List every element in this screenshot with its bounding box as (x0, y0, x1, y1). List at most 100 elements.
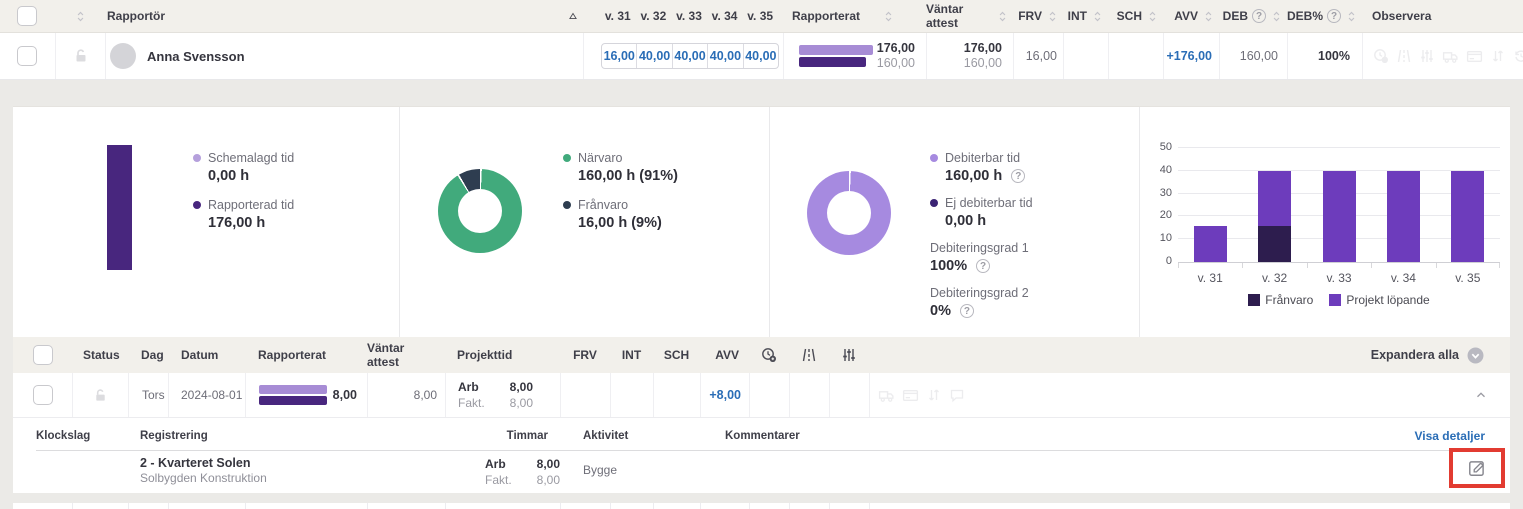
col-deb[interactable]: DEB (1223, 9, 1248, 23)
vantar-sub: 160,00 (964, 56, 1002, 71)
road-icon[interactable] (801, 347, 817, 363)
chevron-down-circle-icon[interactable] (1467, 347, 1484, 364)
legend-dot-rapporterad (193, 201, 201, 209)
legend-dot-schemalagd (193, 154, 201, 162)
metric-value: 0% (930, 303, 951, 319)
col-week-34: v. 34 (707, 9, 743, 23)
sort-icon[interactable] (1091, 10, 1104, 23)
col-rapporterat[interactable]: Rapporterat (792, 9, 860, 23)
week-bar-chart: 01020304050 v. 31v. 32v. 33v. 34v. 35 Fr… (1178, 149, 1500, 307)
divider (36, 450, 1495, 451)
day-checkbox[interactable] (33, 385, 53, 405)
edit-registration-button[interactable] (1467, 458, 1487, 478)
col-sch: SCH (664, 348, 689, 362)
col-rapportor[interactable]: Rapportör (107, 9, 165, 23)
col-sch[interactable]: SCH (1117, 9, 1142, 23)
visa-detaljer-link[interactable]: Visa detaljer (1415, 429, 1486, 443)
comment-icon (949, 387, 965, 403)
sort-icon[interactable] (1046, 10, 1059, 23)
reporter-row: Anna Svensson 16,00 40,00 40,00 40,00 40… (0, 33, 1523, 80)
week-33-value[interactable]: 40,00 (672, 44, 707, 68)
week-32-value[interactable]: 40,00 (636, 44, 671, 68)
expand-all-control[interactable]: Expandera alla (1371, 347, 1510, 364)
top-table-header: Rapportör v. 31 v. 32 v. 33 v. 34 v. 35 … (0, 0, 1523, 33)
col-kommentarer: Kommentarer (725, 430, 800, 442)
sliders-icon (1419, 48, 1435, 64)
legend-value: 160,00 h (91%) (578, 168, 678, 184)
day-avv-value[interactable]: +8,00 (709, 388, 741, 402)
legend-value: 0,00 h (208, 168, 294, 184)
select-all-checkbox[interactable] (17, 6, 37, 26)
legend-label: Schemalagd tid (208, 151, 294, 165)
presence-donut (438, 169, 522, 253)
day-projekttid: Arb8,00 Fakt.8,00 (446, 379, 560, 411)
vantar-value: 176,00 (964, 41, 1002, 56)
week-34-value[interactable]: 40,00 (707, 44, 742, 68)
col-week-31: v. 31 (600, 9, 636, 23)
sort-icon[interactable] (1345, 10, 1358, 23)
clock-add-icon[interactable] (761, 347, 777, 363)
billing-donut (807, 171, 891, 255)
sort-icon[interactable] (1202, 10, 1215, 23)
schedule-panel: Schemalagd tid 0,00 h Rapporterad tid 17… (13, 107, 400, 337)
sort-icon[interactable] (1146, 10, 1159, 23)
sort-icon[interactable] (74, 10, 87, 23)
day-action-icons (878, 387, 965, 404)
help-icon[interactable]: ? (1327, 9, 1341, 23)
billing-panel: Debiterbar tid 160,00 h? Ej debiterbar t… (770, 107, 1140, 337)
legend-dot-ej-debiterbar (930, 199, 938, 207)
expand-all-label[interactable]: Expandera alla (1371, 348, 1459, 362)
unlock-icon[interactable] (93, 388, 108, 403)
col-observera: Observera (1372, 9, 1431, 23)
schedule-bar-chart (107, 145, 132, 270)
truck-icon (1442, 48, 1459, 65)
reporter-name[interactable]: Anna Svensson (147, 49, 245, 64)
help-icon[interactable]: ? (1252, 9, 1266, 23)
sort-icon[interactable] (1270, 10, 1283, 23)
help-icon[interactable]: ? (1011, 169, 1025, 183)
sort-asc-icon[interactable] (568, 11, 578, 21)
week-chart-panel: 01020304050 v. 31v. 32v. 33v. 34v. 35 Fr… (1140, 107, 1510, 337)
week-31-value[interactable]: 16,00 (602, 44, 636, 68)
legend-label: Närvaro (578, 151, 622, 165)
history-icon (1513, 48, 1523, 64)
help-icon[interactable]: ? (960, 304, 974, 318)
next-day-row-partial[interactable] (13, 503, 1510, 509)
col-avv[interactable]: AVV (1174, 9, 1198, 23)
help-icon[interactable]: ? (976, 259, 990, 273)
sort-icon[interactable] (882, 10, 895, 23)
unlock-icon[interactable] (73, 48, 89, 64)
collapse-chevron-up-icon[interactable] (1474, 388, 1488, 402)
avv-value[interactable]: +176,00 (1164, 49, 1212, 63)
row-checkbox[interactable] (17, 46, 37, 66)
col-status: Status (83, 348, 120, 362)
registration-hours: Arb8,00 Fakt.8,00 (485, 456, 560, 488)
sliders-icon[interactable] (841, 347, 857, 363)
legend-label: Rapporterad tid (208, 198, 294, 212)
edit-icon (1467, 458, 1487, 478)
col-int[interactable]: INT (1068, 9, 1087, 23)
col-week-32: v. 32 (636, 9, 672, 23)
week-35-value[interactable]: 40,00 (743, 44, 778, 68)
col-vantar-attest: Väntar attest (367, 341, 433, 369)
col-frv[interactable]: FRV (1018, 9, 1042, 23)
registration-company: Solbygden Konstruktion (140, 471, 267, 486)
legend-label: Frånvaro (578, 198, 628, 212)
col-deb-pct[interactable]: DEB% (1287, 9, 1323, 23)
col-klockslag: Klockslag (36, 430, 90, 442)
expanded-detail-card: Schemalagd tid 0,00 h Rapporterad tid 17… (13, 106, 1510, 492)
sort-icon[interactable] (996, 10, 1009, 23)
dashboard: Schemalagd tid 0,00 h Rapporterad tid 17… (13, 107, 1510, 337)
legend-value: 0,00 h (945, 213, 1033, 229)
day-vantar-value: 8,00 (414, 388, 437, 402)
legend-label: Debiterbar tid (945, 151, 1020, 165)
registration-project: 2 - Kvarteret Solen Solbygden Konstrukti… (140, 456, 267, 486)
week-values-group: 16,00 40,00 40,00 40,00 40,00 (601, 43, 779, 69)
road-icon (1396, 48, 1412, 64)
col-vantar-attest[interactable]: Väntar attest (926, 2, 992, 30)
col-dag: Dag (141, 348, 164, 362)
col-registrering: Registrering (140, 430, 208, 442)
col-aktivitet: Aktivitet (583, 430, 628, 442)
select-all-days-checkbox[interactable] (33, 345, 53, 365)
registration-table: Klockslag Registrering Timmar Aktivitet … (13, 418, 1510, 493)
